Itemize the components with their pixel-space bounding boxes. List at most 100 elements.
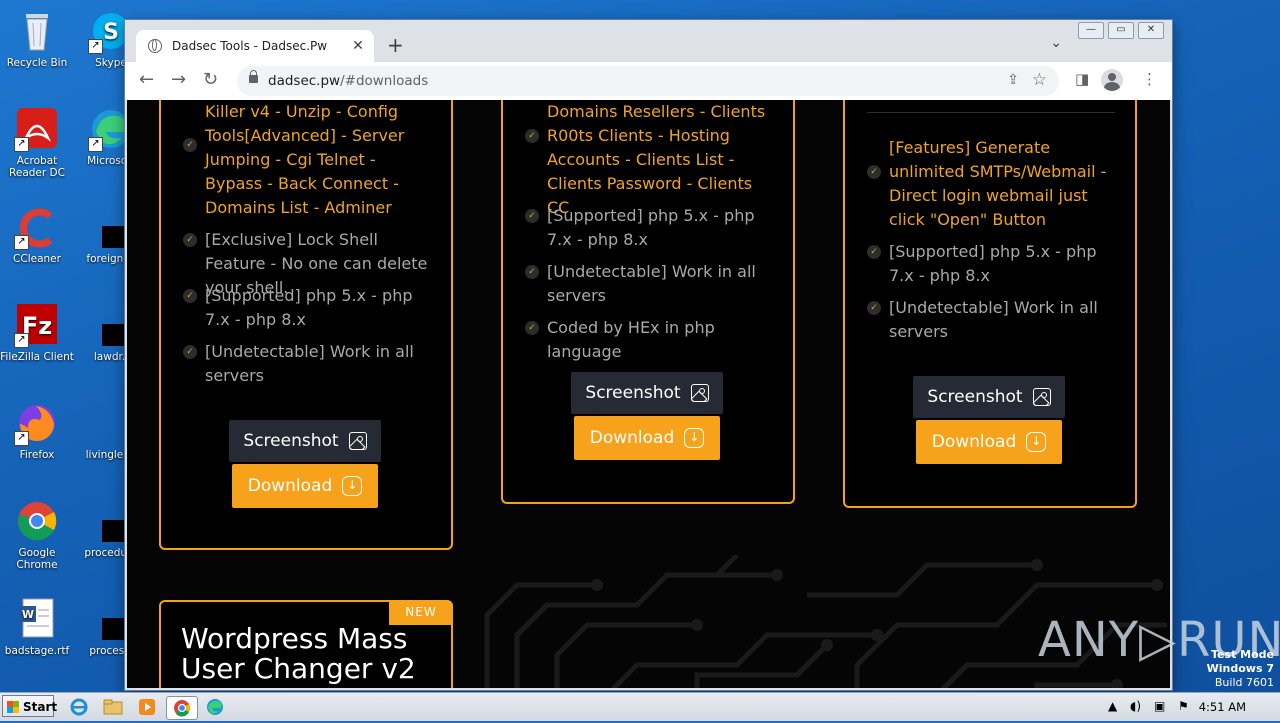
feature-text: Domains Resellers - Clients R00ts Client… bbox=[547, 102, 766, 217]
check-icon: ✓ bbox=[183, 233, 197, 247]
url-text[interactable]: dadsec.pw/#downloads bbox=[268, 73, 428, 89]
shortcut-arrow-icon: ↗ bbox=[14, 235, 29, 250]
card-divider bbox=[867, 112, 1115, 113]
ccleaner-icon: ↗ bbox=[14, 204, 60, 250]
chrome-taskbar-icon[interactable] bbox=[166, 696, 198, 720]
screenshot-button-label: Screenshot bbox=[585, 383, 681, 403]
window-controls: — ▭ ✕ bbox=[1078, 22, 1164, 39]
media-player-icon[interactable] bbox=[136, 696, 158, 718]
feature-item: ✓ [Undetectable] Work in all servers bbox=[183, 340, 433, 388]
screenshot-button[interactable]: Screenshot bbox=[229, 420, 381, 462]
check-icon: ✓ bbox=[525, 129, 539, 143]
address-bar[interactable]: dadsec.pw/#downloads ⇪ ☆ bbox=[237, 66, 1059, 96]
desktop-icon-label: CCleaner bbox=[13, 253, 61, 265]
edge-taskbar-icon[interactable] bbox=[204, 696, 226, 718]
check-icon: ✓ bbox=[183, 289, 197, 303]
lock-icon[interactable] bbox=[249, 70, 258, 83]
download-button-label: Download bbox=[931, 432, 1017, 452]
volume-icon[interactable]: ◖) bbox=[1130, 699, 1141, 713]
download-button-label: Download bbox=[589, 428, 675, 448]
image-icon bbox=[1032, 388, 1051, 406]
globe-icon bbox=[148, 39, 162, 53]
check-icon: ✓ bbox=[183, 345, 197, 359]
desktop-icon-badstage[interactable]: W badstage.rtf bbox=[0, 596, 74, 657]
desktop-icon-ccleaner[interactable]: ↗ CCleaner bbox=[0, 204, 74, 265]
maximize-button[interactable]: ▭ bbox=[1108, 22, 1134, 39]
check-icon: ✓ bbox=[867, 245, 881, 259]
check-icon: ✓ bbox=[525, 265, 539, 279]
screenshot-button-label: Screenshot bbox=[927, 387, 1023, 407]
close-tab-icon[interactable]: ✕ bbox=[348, 38, 368, 54]
screenshot-button[interactable]: Screenshot bbox=[571, 372, 723, 414]
feature-text: [Supported] php 5.x - php 7.x - php 8.x bbox=[889, 242, 1097, 285]
firefox-icon: ↗ bbox=[14, 400, 60, 446]
download-button[interactable]: Download ↓ bbox=[916, 420, 1062, 464]
tab-search-icon[interactable]: ⌄ bbox=[1050, 35, 1062, 51]
flag-icon[interactable]: ⚑ bbox=[1178, 699, 1189, 713]
feature-text: [Undetectable] Work in all servers bbox=[889, 298, 1098, 341]
desktop-icon-recycle-bin[interactable]: Recycle Bin bbox=[0, 8, 74, 69]
feature-text: [Features] Generate unlimited SMTPs/Webm… bbox=[889, 138, 1107, 229]
feature-text: [Supported] php 5.x - php 7.x - php 8.x bbox=[205, 286, 413, 329]
forward-icon[interactable]: → bbox=[171, 70, 186, 90]
browser-tab[interactable]: Dadsec Tools - Dadsec.Pw ✕ bbox=[136, 30, 374, 62]
download-button[interactable]: Download ↓ bbox=[232, 464, 378, 508]
download-button[interactable]: Download ↓ bbox=[574, 416, 720, 460]
desktop-icon-firefox[interactable]: ↗ Firefox bbox=[0, 400, 74, 461]
share-icon[interactable]: ⇪ bbox=[1007, 72, 1019, 88]
menu-kebab-icon[interactable]: ⋮ bbox=[1142, 70, 1157, 88]
desktop-icon-label: badstage.rtf bbox=[4, 645, 70, 657]
test-mode-line: Test Mode bbox=[1211, 648, 1274, 661]
reload-icon[interactable]: ↻ bbox=[203, 70, 218, 90]
profile-avatar-icon[interactable] bbox=[1101, 69, 1123, 91]
desktop-icon-filezilla[interactable]: Fz ↗ FileZilla Client bbox=[0, 302, 74, 363]
feature-item: ✓ Killer v4 - Unzip - Config Tools[Advan… bbox=[183, 100, 433, 220]
back-icon[interactable]: ← bbox=[139, 70, 154, 90]
internet-explorer-icon[interactable] bbox=[68, 696, 90, 718]
start-button[interactable]: Start bbox=[2, 695, 57, 717]
bookmark-star-icon[interactable]: ☆ bbox=[1032, 70, 1047, 90]
tool-card-new: NEW Wordpress Mass User Changer v2 bbox=[159, 600, 453, 688]
desktop-icon-label: lawdr.j bbox=[93, 351, 129, 363]
svg-text:S: S bbox=[103, 20, 119, 45]
feature-text: [Undetectable] Work in all servers bbox=[547, 262, 756, 305]
screenshot-button[interactable]: Screenshot bbox=[913, 376, 1065, 418]
desktop-icon-label: Acrobat Reader DC bbox=[9, 155, 65, 179]
side-panel-icon[interactable]: ◨ bbox=[1075, 70, 1089, 88]
browser-toolbar: ← → ↻ dadsec.pw/#downloads ⇪ ☆ ◨ ⋮ bbox=[125, 62, 1172, 100]
check-icon: ✓ bbox=[183, 138, 197, 152]
feature-item: ✓ [Supported] php 5.x - php 7.x - php 8.… bbox=[183, 284, 433, 332]
desktop-icon-acrobat[interactable]: ↗ Acrobat Reader DC bbox=[0, 106, 74, 179]
word-document-icon: W bbox=[14, 596, 60, 642]
check-icon: ✓ bbox=[867, 165, 881, 179]
feature-item: ✓ [Undetectable] Work in all servers bbox=[867, 296, 1117, 344]
file-explorer-icon[interactable] bbox=[102, 696, 124, 718]
feature-text: Coded by HEx in php language bbox=[547, 318, 715, 361]
minimize-button[interactable]: — bbox=[1078, 22, 1104, 39]
network-icon[interactable]: ▣ bbox=[1154, 699, 1165, 713]
desktop-icon-label: Skype bbox=[95, 57, 127, 69]
test-mode-text: Test Mode Windows 7 Build 7601 bbox=[1207, 648, 1274, 690]
feature-item: ✓ [Supported] php 5.x - php 7.x - php 8.… bbox=[525, 204, 775, 252]
desktop-icon-google-chrome[interactable]: Google Chrome bbox=[0, 498, 74, 571]
taskbar-clock[interactable]: 4:51 AM bbox=[1199, 700, 1246, 714]
tool-card: ✓ Domains Resellers - Clients R00ts Clie… bbox=[501, 100, 795, 504]
check-icon: ✓ bbox=[867, 301, 881, 315]
new-tab-button[interactable]: + bbox=[387, 35, 404, 55]
browser-window: — ▭ ✕ Dadsec Tools - Dadsec.Pw ✕ + ⌄ ← →… bbox=[125, 20, 1172, 690]
chrome-icon bbox=[14, 498, 60, 544]
image-icon bbox=[690, 384, 709, 402]
feature-text: Killer v4 - Unzip - Config Tools[Advance… bbox=[205, 102, 405, 217]
feature-text: [Supported] php 5.x - php 7.x - php 8.x bbox=[547, 206, 755, 249]
tool-card: ✓ [Features] Generate unlimited SMTPs/We… bbox=[843, 100, 1137, 508]
desktop-icon-label: Recycle Bin bbox=[6, 57, 68, 69]
close-window-button[interactable]: ✕ bbox=[1138, 22, 1164, 39]
feature-item: ✓ [Undetectable] Work in all servers bbox=[525, 260, 775, 308]
taskbar: Start ▲ ◖) ▣ ⚑ 4:51 AM bbox=[0, 692, 1280, 721]
shortcut-arrow-icon: ↗ bbox=[14, 137, 29, 152]
card-title-line: Wordpress Mass bbox=[181, 622, 408, 655]
feature-item: ✓ Domains Resellers - Clients R00ts Clie… bbox=[525, 100, 775, 220]
tray-overflow-icon[interactable]: ▲ bbox=[1108, 699, 1117, 713]
acrobat-icon: ↗ bbox=[14, 106, 60, 152]
filezilla-icon: Fz ↗ bbox=[14, 302, 60, 348]
